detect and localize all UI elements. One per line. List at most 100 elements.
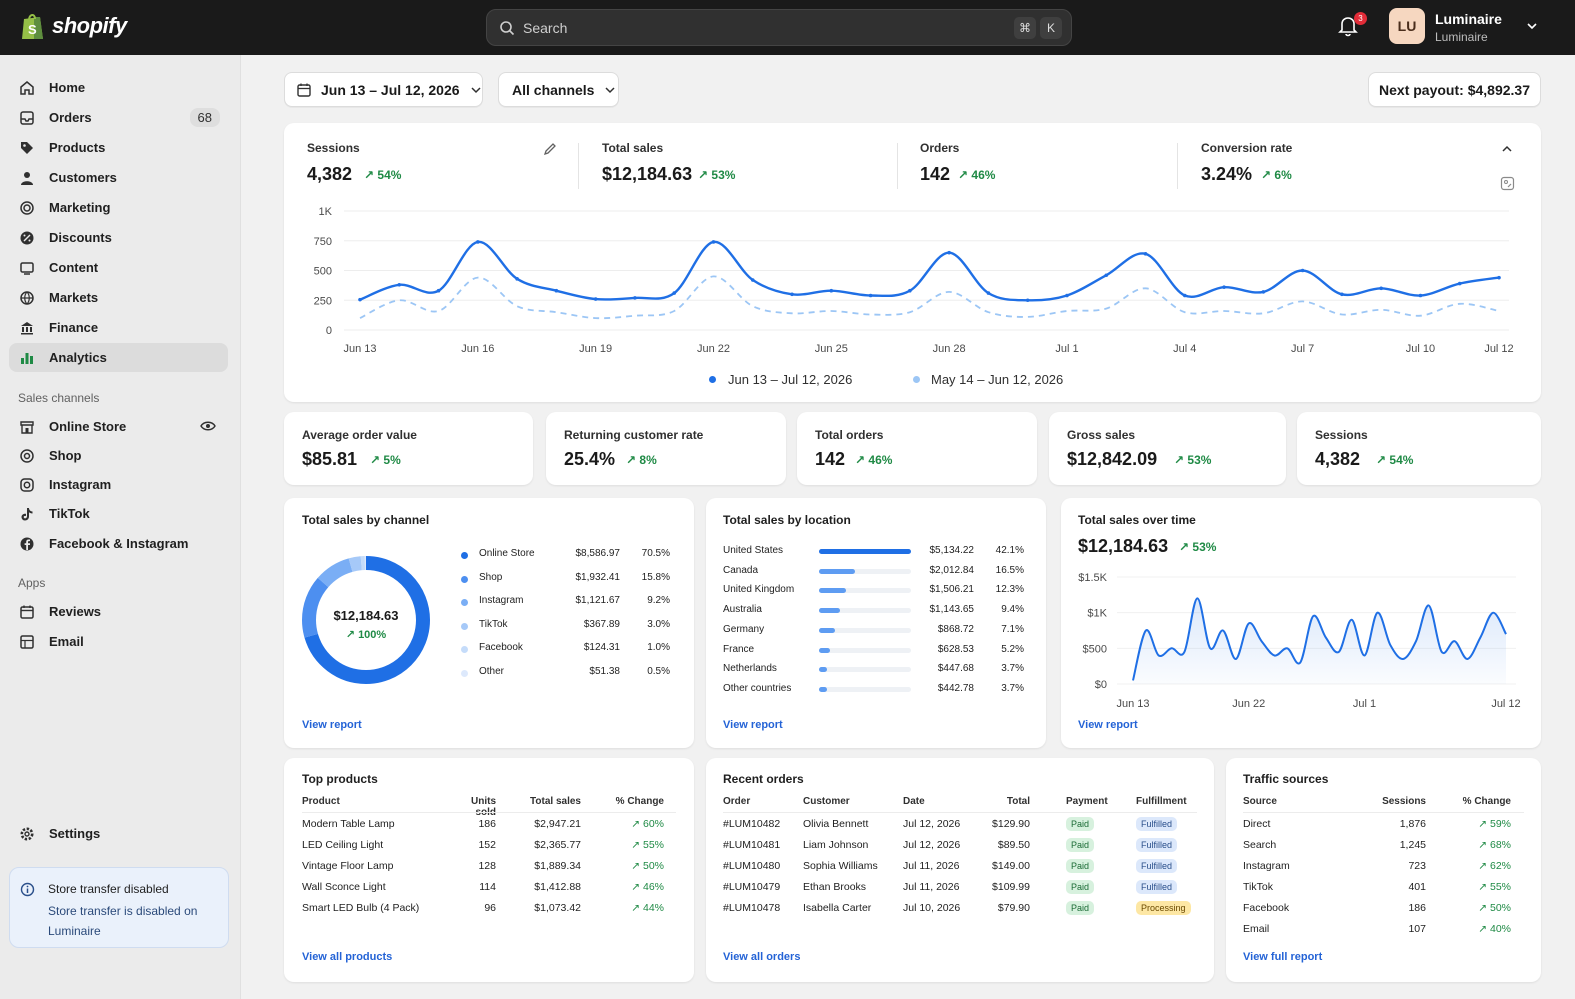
- data-point: [750, 278, 755, 282]
- table-cell: 401: [1408, 881, 1426, 893]
- apps-heading: Apps: [18, 576, 46, 590]
- data-point: [633, 296, 637, 300]
- shopify-logo[interactable]: S shopify: [20, 11, 127, 41]
- location-bar: [819, 588, 846, 594]
- y-tick-label: $0: [1095, 679, 1107, 691]
- sidebar-item-shop[interactable]: Shop: [9, 441, 228, 470]
- sidebar-item-home[interactable]: Home: [9, 73, 228, 102]
- sidebar-item-label: TikTok: [49, 506, 90, 521]
- y-tick-label: $1K: [1087, 608, 1107, 620]
- view-report-link[interactable]: View report: [1078, 719, 1138, 731]
- x-tick-label: Jul 12: [1484, 343, 1513, 355]
- status-badge: Paid: [1066, 859, 1095, 873]
- next-payout-button[interactable]: Next payout: $4,892.37: [1368, 72, 1541, 107]
- total-orders-card[interactable]: Total orders 142 ↗ 46%: [797, 412, 1037, 485]
- y-tick-label: 1K: [319, 206, 333, 218]
- sessions-card[interactable]: Sessions 4,382 ↗ 54%: [1297, 412, 1541, 485]
- metric-value: 142: [815, 449, 846, 469]
- sidebar-item-facebook-instagram[interactable]: Facebook & Instagram: [9, 529, 228, 558]
- data-point: [1065, 293, 1069, 298]
- x-tick-label: Jul 1: [1353, 698, 1376, 710]
- metric-label: Total orders: [815, 428, 884, 442]
- table-header: Units sold: [471, 796, 496, 818]
- legend-channel-name: Facebook: [479, 642, 523, 654]
- location-name: Australia: [723, 604, 762, 616]
- sidebar-item-label: Instagram: [49, 477, 112, 492]
- sidebar-item-settings[interactable]: Settings: [9, 819, 228, 848]
- view-report-link[interactable]: View report: [723, 719, 783, 731]
- status-badge: Paid: [1066, 817, 1095, 831]
- data-point: [1379, 286, 1383, 291]
- bar-chart-icon: [21, 353, 33, 364]
- data-point: [868, 293, 873, 298]
- table-header: Fulfillment: [1136, 796, 1187, 807]
- data-point: [1300, 268, 1305, 273]
- y-tick-label: 250: [314, 295, 332, 307]
- date-range-button[interactable]: Jun 13 – Jul 12, 2026: [284, 72, 483, 107]
- card-title: Top products: [302, 772, 378, 786]
- sidebar-item-email[interactable]: Email: [9, 627, 228, 656]
- avatar[interactable]: LU: [1389, 8, 1425, 44]
- status-badge: Fulfilled: [1136, 859, 1178, 873]
- metric-trend: ↗ 8%: [626, 453, 657, 467]
- sidebar-item-marketing[interactable]: Marketing: [9, 193, 228, 222]
- trend-cell: ↗ 68%: [1478, 839, 1511, 851]
- table-cell: 128: [478, 860, 496, 872]
- sidebar-item-markets[interactable]: Markets: [9, 283, 228, 312]
- trend-value: 100%: [358, 629, 387, 641]
- view-all-orders-link[interactable]: View all orders: [723, 951, 800, 963]
- sidebar-item-orders[interactable]: Orders 68: [9, 103, 228, 132]
- legend-channel-sales: $1,121.67: [575, 595, 621, 607]
- search-input[interactable]: Search ⌘ K: [486, 9, 1072, 46]
- legend-dot: [461, 552, 468, 559]
- location-name: Netherlands: [723, 663, 777, 675]
- shop-icon: [20, 449, 34, 463]
- data-point: [1025, 298, 1030, 303]
- sidebar-item-label: Shop: [49, 448, 82, 463]
- location-name: Other countries: [723, 682, 792, 694]
- trend-cell: ↗ 55%: [1478, 881, 1511, 893]
- channels-filter-button[interactable]: All channels: [498, 72, 619, 107]
- chevron-down-icon[interactable]: [1526, 20, 1538, 32]
- sidebar-item-reviews[interactable]: Reviews: [9, 597, 228, 626]
- channels-filter-label: All channels: [512, 81, 595, 98]
- legend-label-current: Jun 13 – Jul 12, 2026: [728, 372, 853, 387]
- sidebar-item-products[interactable]: Products: [9, 133, 228, 162]
- table-cell: Jul 10, 2026: [903, 902, 961, 914]
- table-cell: $2,365.77: [534, 839, 581, 851]
- instagram-icon: [20, 478, 34, 492]
- card-title: Total sales by location: [723, 513, 851, 527]
- sidebar-item-content[interactable]: Content: [9, 253, 228, 282]
- sales-over-time-card: Total sales over time $12,184.63 ↗ 53% $…: [1061, 498, 1541, 748]
- gross-sales-card[interactable]: Gross sales $12,842.09 ↗ 53%: [1049, 412, 1286, 485]
- sidebar-item-tiktok[interactable]: TikTok: [9, 499, 228, 528]
- sidebar-item-label: Discounts: [49, 230, 112, 245]
- location-sales: $447.68: [937, 663, 974, 675]
- sidebar-item-instagram[interactable]: Instagram: [9, 470, 228, 499]
- sidebar-item-finance[interactable]: Finance: [9, 313, 228, 342]
- legend-channel-pct: 1.0%: [647, 642, 670, 654]
- legend-dot: [461, 670, 468, 677]
- legend-label-previous: May 14 – Jun 12, 2026: [931, 372, 1064, 387]
- view-report-link[interactable]: View report: [302, 719, 362, 731]
- location-sales: $1,143.65: [929, 604, 975, 616]
- sidebar-item-analytics[interactable]: Analytics: [9, 343, 228, 372]
- table-cell: $89.50: [997, 839, 1030, 851]
- eye-icon[interactable]: [200, 420, 216, 432]
- location-bar: [819, 686, 827, 692]
- data-point: [672, 291, 677, 295]
- view-all-products-link[interactable]: View all products: [302, 951, 392, 963]
- aov-card[interactable]: Average order value $85.81 ↗ 5%: [284, 412, 533, 485]
- table-cell: Wall Sconce Light: [302, 881, 386, 893]
- store-subtitle: Luminaire: [1435, 30, 1488, 44]
- view-full-report-link[interactable]: View full report: [1243, 951, 1322, 963]
- sidebar-item-discounts[interactable]: Discounts: [9, 223, 228, 252]
- returning-rate-card[interactable]: Returning customer rate 25.4% ↗ 8%: [546, 412, 786, 485]
- top-bar: S shopify Search ⌘ K 3 LU Luminaire Lumi…: [0, 0, 1575, 55]
- table-cell: Jul 12, 2026: [903, 839, 961, 851]
- table-cell: 107: [1408, 923, 1426, 935]
- store-name[interactable]: Luminaire: [1435, 11, 1502, 27]
- sidebar-item-customers[interactable]: Customers: [9, 163, 228, 192]
- area-fill: [1133, 598, 1506, 684]
- sidebar-item-online-store[interactable]: Online Store: [9, 412, 228, 441]
